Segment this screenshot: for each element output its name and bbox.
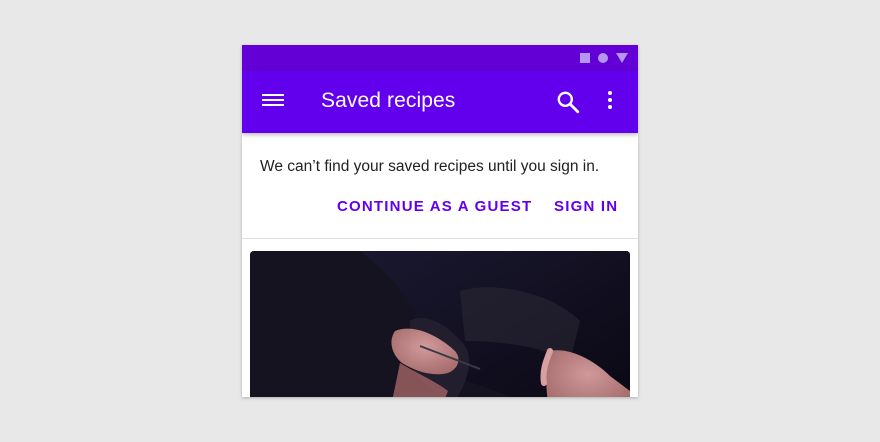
more-vert-icon[interactable]	[606, 91, 614, 113]
recipe-card-image[interactable]	[250, 251, 630, 397]
triangle-icon	[616, 53, 628, 63]
menu-icon[interactable]	[262, 91, 284, 113]
status-bar	[242, 45, 638, 71]
phone-screen: Saved recipes We can’t find your saved r…	[242, 45, 638, 397]
sign-in-banner: We can’t find your saved recipes until y…	[242, 133, 638, 239]
square-icon	[580, 53, 590, 63]
search-icon[interactable]	[555, 89, 581, 115]
continue-as-guest-button[interactable]: CONTINUE AS A GUEST	[337, 198, 532, 215]
page-title: Saved recipes	[321, 89, 456, 112]
sign-in-button[interactable]: SIGN IN	[554, 198, 618, 215]
circle-icon	[598, 53, 608, 63]
banner-message: We can’t find your saved recipes until y…	[260, 158, 600, 175]
recipe-photo	[250, 251, 630, 397]
top-app-bar: Saved recipes	[242, 71, 638, 133]
